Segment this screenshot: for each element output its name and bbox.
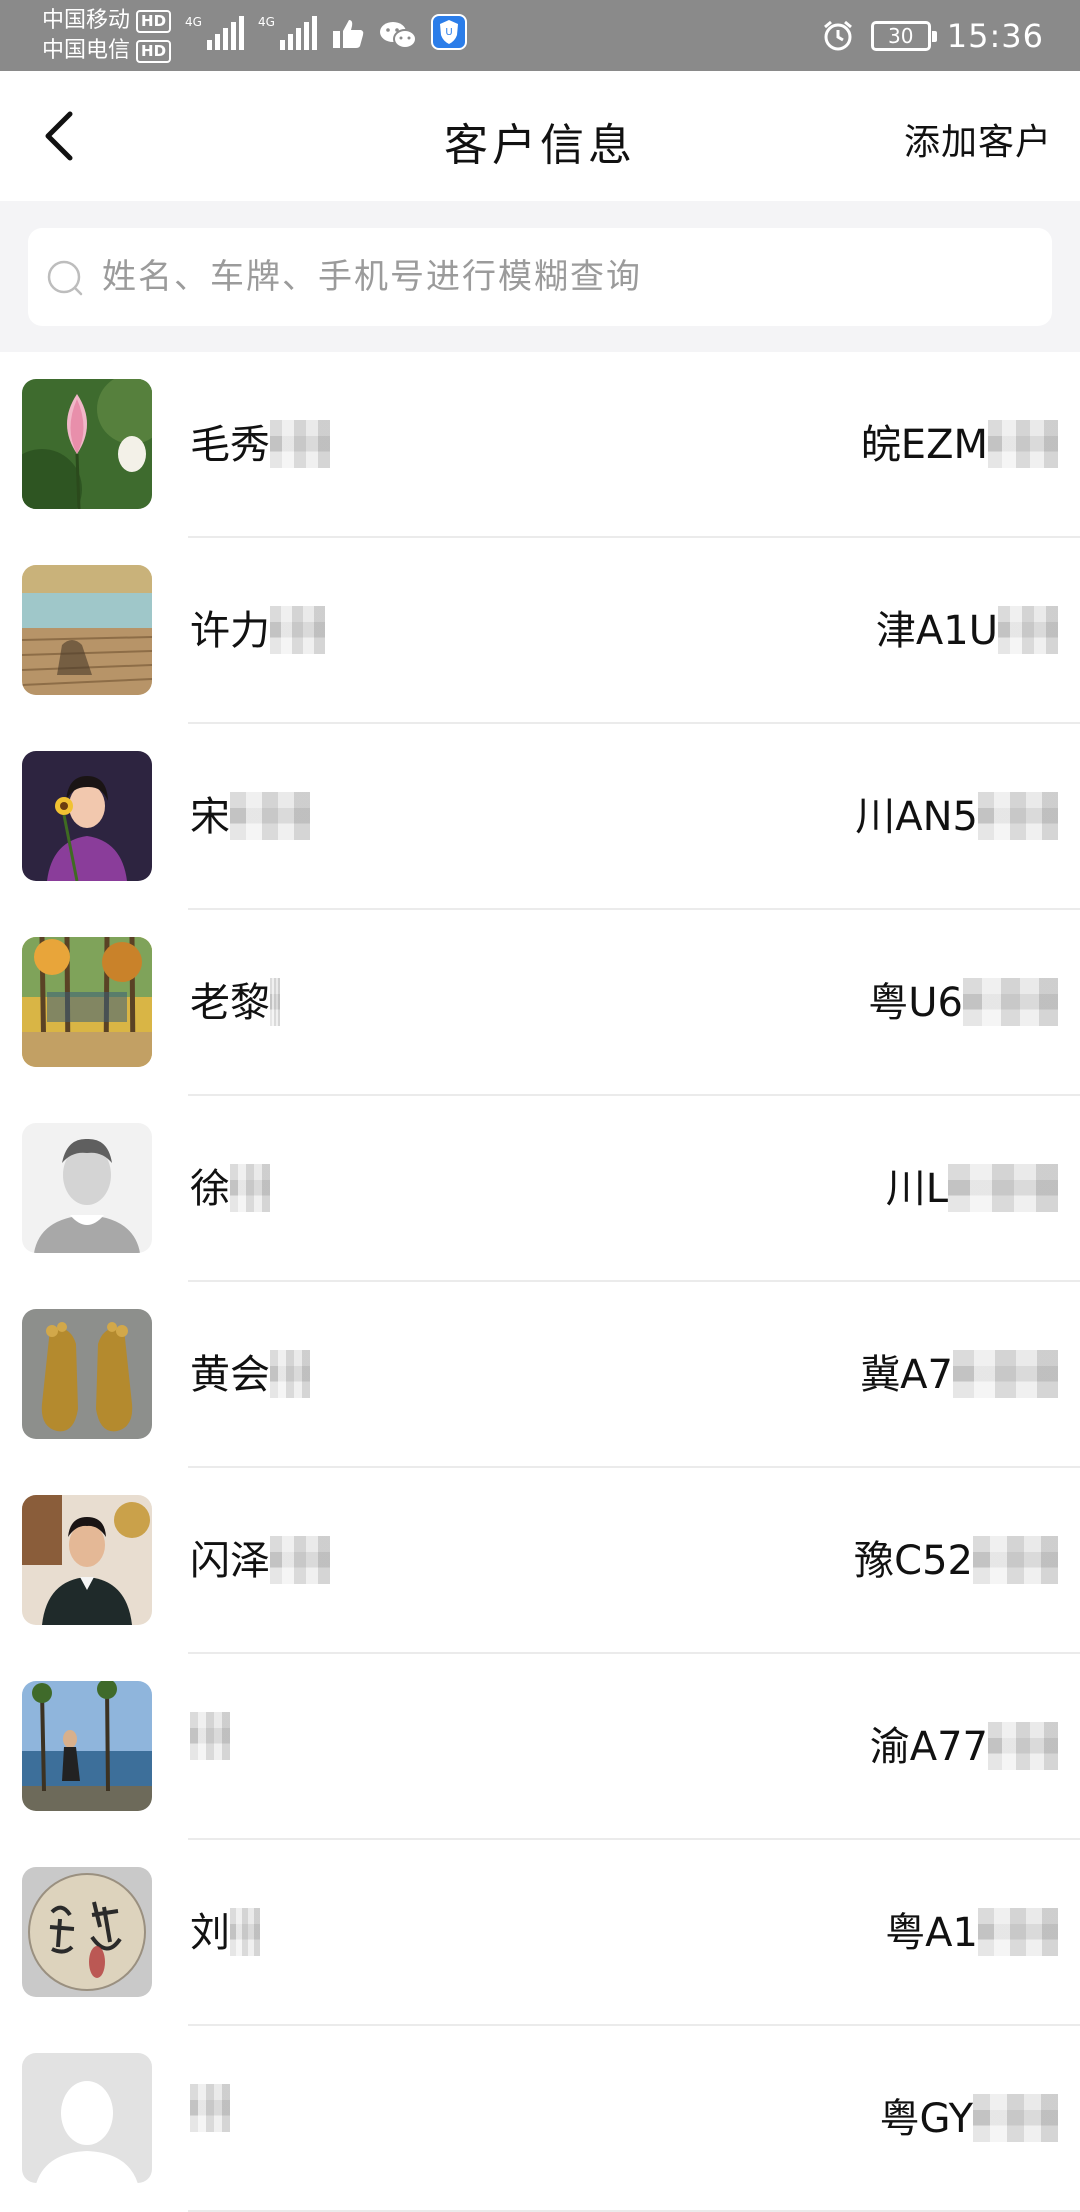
signal-icon: 4G: [258, 16, 317, 50]
carrier-info: 中国移动 HD 中国电信 HD: [42, 6, 172, 66]
nav-bar: 客户信息 添加客户: [0, 71, 1080, 201]
avatar: [22, 1309, 152, 1439]
hd-badge: HD: [136, 39, 172, 63]
avatar: [22, 565, 152, 695]
avatar: [22, 1495, 152, 1625]
customer-plate: 粤U6: [868, 970, 1058, 1028]
avatar: [22, 379, 152, 509]
right-status: 30 15:36: [821, 10, 1044, 62]
customer-name: 毛秀: [190, 412, 330, 470]
status-bar: 中国移动 HD 中国电信 HD 4G 4G U 30 15:36: [0, 0, 1080, 71]
list-item[interactable]: 黄会 冀A7: [0, 1282, 1080, 1468]
list-item[interactable]: 粤GY: [0, 2026, 1080, 2212]
customer-list: 毛秀 皖EZM 许力 津A1U 宋 川AN5 老黎 粤U6 徐 川L 黄会 冀A…: [0, 352, 1080, 2212]
carrier-2: 中国电信: [42, 38, 131, 63]
svg-text:U: U: [445, 27, 452, 38]
search-icon: [47, 260, 83, 296]
signal-icon: 4G: [185, 16, 244, 50]
customer-plate: 川L: [886, 1156, 1058, 1214]
customer-plate: 粤A1: [885, 1900, 1058, 1958]
avatar: [22, 1681, 152, 1811]
app-shield-icon: U: [430, 14, 467, 50]
list-item[interactable]: 渝A77: [0, 1654, 1080, 1840]
add-customer-button[interactable]: 添加客户: [904, 113, 1052, 165]
wechat-icon: [379, 22, 417, 49]
list-item[interactable]: 许力 津A1U: [0, 538, 1080, 724]
customer-name: 刘: [190, 1900, 260, 1958]
list-item[interactable]: 刘 粤A1: [0, 1840, 1080, 2026]
list-item[interactable]: 徐 川L: [0, 1096, 1080, 1282]
customer-name: 许力: [190, 598, 325, 656]
customer-name: 老黎: [190, 970, 280, 1028]
search-box[interactable]: [28, 228, 1052, 326]
clock: 15:36: [946, 17, 1044, 55]
thumbs-up-icon: [332, 20, 364, 48]
customer-name: 徐: [190, 1156, 270, 1214]
search-input[interactable]: [102, 257, 1052, 297]
avatar: [22, 751, 152, 881]
search-area: [0, 201, 1080, 352]
customer-plate: 冀A7: [860, 1342, 1058, 1400]
avatar: [22, 2053, 152, 2183]
avatar: [22, 1867, 152, 1997]
customer-name: 宋: [190, 784, 310, 842]
list-item[interactable]: 毛秀 皖EZM: [0, 352, 1080, 538]
customer-plate: 粤GY: [880, 2086, 1058, 2144]
carrier-1: 中国移动: [42, 8, 131, 33]
customer-plate: 川AN5: [855, 784, 1058, 842]
customer-name: [190, 2084, 230, 2132]
customer-name: 黄会: [190, 1342, 310, 1400]
list-item[interactable]: 闪泽 豫C52: [0, 1468, 1080, 1654]
list-item[interactable]: 老黎 粤U6: [0, 910, 1080, 1096]
customer-plate: 渝A77: [870, 1714, 1058, 1772]
customer-name: 闪泽: [190, 1528, 330, 1586]
customer-plate: 豫C52: [854, 1528, 1058, 1586]
customer-plate: 津A1U: [876, 598, 1058, 656]
avatar: [22, 1123, 152, 1253]
alarm-icon: [823, 20, 852, 51]
battery-icon: 30: [870, 21, 937, 51]
signal-group: 4G 4G U: [185, 14, 467, 50]
customer-plate: 皖EZM: [861, 412, 1058, 470]
customer-name: [190, 1712, 230, 1760]
avatar: [22, 937, 152, 1067]
list-item[interactable]: 宋 川AN5: [0, 724, 1080, 910]
hd-badge: HD: [136, 9, 172, 33]
